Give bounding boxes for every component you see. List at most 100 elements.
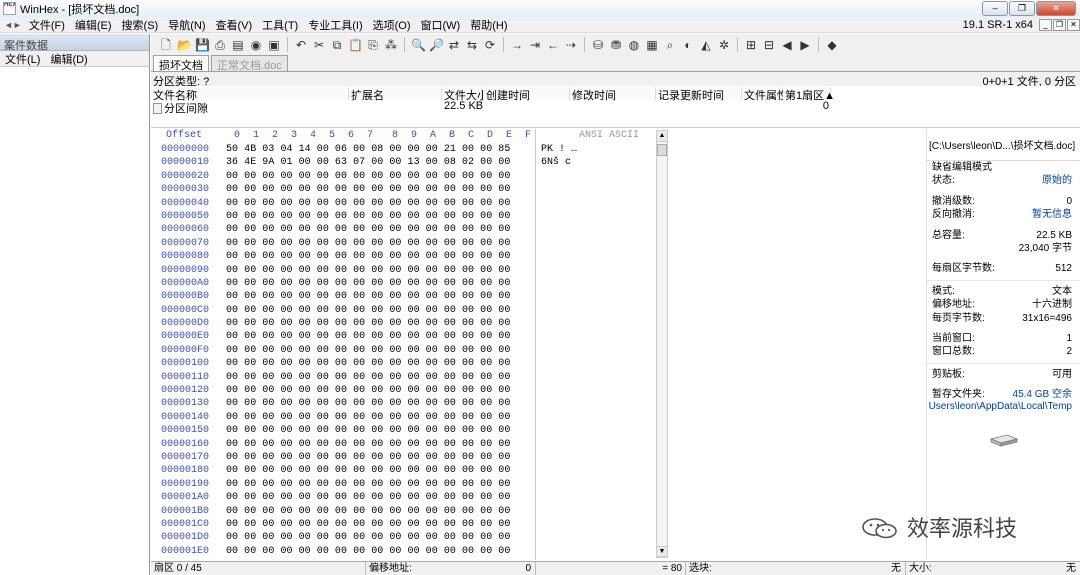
hex-row[interactable]: 00000080 00 00 00 00 00 00 00 00 00 00 00…: [151, 250, 669, 263]
hex-row[interactable]: 00000070 00 00 00 00 00 00 00 00 00 00 00…: [151, 237, 669, 250]
row-hex[interactable]: 00 00 00 00 00 00 00 00 00 00 00 00 00 0…: [226, 170, 510, 183]
table-icon[interactable]: ⊟: [762, 38, 776, 52]
open-folder-icon[interactable]: 📂: [177, 38, 192, 52]
open-ram-icon[interactable]: ▣: [267, 38, 281, 52]
hex-editor[interactable]: Offset 0 1 2 3 4 5 6 7 8 9 A B C D E F A…: [151, 129, 669, 560]
mdi-minimize-button[interactable]: _: [1039, 19, 1052, 31]
hex-row[interactable]: 00000110 00 00 00 00 00 00 00 00 00 00 00…: [151, 371, 669, 384]
mdi-restore-button[interactable]: ❐: [1053, 19, 1066, 31]
save-icon[interactable]: 💾: [195, 38, 210, 52]
undo-icon[interactable]: ↶: [294, 38, 308, 52]
replace-hex-icon[interactable]: ⇆: [465, 38, 479, 52]
row-hex[interactable]: 00 00 00 00 00 00 00 00 00 00 00 00 00 0…: [226, 197, 510, 210]
hex-row[interactable]: 00000060 00 00 00 00 00 00 00 00 00 00 00…: [151, 223, 669, 236]
hex-row[interactable]: 000000B0 00 00 00 00 00 00 00 00 00 00 00…: [151, 290, 669, 303]
row-hex[interactable]: 00 00 00 00 00 00 00 00 00 00 00 00 00 0…: [226, 250, 510, 263]
prev-block-icon[interactable]: ◀: [780, 38, 794, 52]
copy-icon[interactable]: ⧉: [330, 38, 344, 52]
scroll-up-icon[interactable]: ▲: [657, 131, 667, 142]
col-size[interactable]: 文件大小: [442, 87, 488, 102]
col-first-sector[interactable]: 第1扇区▲: [783, 87, 835, 102]
case-menu-file[interactable]: 文件(L): [0, 51, 45, 67]
scroll-down-icon[interactable]: ▼: [657, 546, 667, 557]
row-hex[interactable]: 00 00 00 00 00 00 00 00 00 00 00 00 00 0…: [226, 304, 510, 317]
row-hex[interactable]: 00 00 00 00 00 00 00 00 00 00 00 00 00 0…: [226, 424, 510, 437]
row-hex[interactable]: 00 00 00 00 00 00 00 00 00 00 00 00 00 0…: [226, 290, 510, 303]
row-hex[interactable]: 00 00 00 00 00 00 00 00 00 00 00 00 00 0…: [226, 344, 510, 357]
wipe-icon[interactable]: ◭: [699, 38, 713, 52]
row-hex[interactable]: 00 00 00 00 00 00 00 00 00 00 00 00 00 0…: [226, 451, 510, 464]
next-block-icon[interactable]: ▶: [798, 38, 812, 52]
menu-tools[interactable]: 工具(T): [257, 17, 303, 33]
minimize-button[interactable]: ‒: [982, 1, 1008, 16]
row-hex[interactable]: 00 00 00 00 00 00 00 00 00 00 00 00 00 0…: [226, 223, 510, 236]
binary-edit-icon[interactable]: ⁂: [384, 38, 398, 52]
hex-row[interactable]: 000000C0 00 00 00 00 00 00 00 00 00 00 00…: [151, 304, 669, 317]
cut-icon[interactable]: ✂: [312, 38, 326, 52]
hex-row[interactable]: 00000040 00 00 00 00 00 00 00 00 00 00 00…: [151, 197, 669, 210]
properties-icon[interactable]: ▤: [231, 38, 245, 52]
hex-row[interactable]: 00000100 00 00 00 00 00 00 00 00 00 00 00…: [151, 357, 669, 370]
find-hex-icon[interactable]: 🔎: [429, 38, 444, 52]
row-hex[interactable]: 00 00 00 00 00 00 00 00 00 00 00 00 00 0…: [226, 518, 510, 531]
file-row[interactable]: 分区间隙 22.5 KB 0: [151, 100, 841, 115]
paste-icon[interactable]: 📋: [348, 38, 363, 52]
hex-row[interactable]: 00000030 00 00 00 00 00 00 00 00 00 00 00…: [151, 183, 669, 196]
col-record-updated[interactable]: 记录更新时间: [656, 87, 742, 102]
hex-row[interactable]: 000000F0 00 00 00 00 00 00 00 00 00 00 00…: [151, 344, 669, 357]
goto-offset-icon[interactable]: →: [510, 38, 524, 52]
case-menu-edit[interactable]: 编辑(D): [45, 51, 92, 67]
col-extension[interactable]: 扩展名: [349, 87, 442, 102]
disk-tools-icon[interactable]: ⛁: [591, 38, 605, 52]
hex-row[interactable]: 00000000 50 4B 03 04 14 00 06 00 08 00 00…: [151, 143, 669, 156]
back-icon[interactable]: ←: [546, 38, 560, 52]
menu-navigate[interactable]: 导航(N): [163, 17, 210, 33]
maximize-button[interactable]: ❐: [1009, 1, 1035, 16]
row-hex[interactable]: 00 00 00 00 00 00 00 00 00 00 00 00 00 0…: [226, 438, 510, 451]
replace-text-icon[interactable]: ⇄: [447, 38, 461, 52]
row-hex[interactable]: 00 00 00 00 00 00 00 00 00 00 00 00 00 0…: [226, 384, 510, 397]
hex-row[interactable]: 00000020 00 00 00 00 00 00 00 00 00 00 00…: [151, 170, 669, 183]
menu-file[interactable]: 文件(F): [24, 17, 70, 33]
mdi-close-button[interactable]: ✕: [1067, 19, 1080, 31]
row-hex[interactable]: 00 00 00 00 00 00 00 00 00 00 00 00 00 0…: [226, 183, 510, 196]
hex-row[interactable]: 00000010 36 4E 9A 01 00 00 63 07 00 00 13…: [151, 156, 669, 169]
menu-window[interactable]: 窗口(W): [416, 17, 466, 33]
hex-row[interactable]: 00000090 00 00 00 00 00 00 00 00 00 00 00…: [151, 264, 669, 277]
row-ascii[interactable]: 6Nš c: [541, 156, 571, 169]
row-hex[interactable]: 00 00 00 00 00 00 00 00 00 00 00 00 00 0…: [226, 264, 510, 277]
hex-row[interactable]: 000000A0 00 00 00 00 00 00 00 00 00 00 00…: [151, 277, 669, 290]
hex-row[interactable]: 000001A0 00 00 00 00 00 00 00 00 00 00 00…: [151, 491, 669, 504]
settings-icon[interactable]: ✲: [717, 38, 731, 52]
find-text-icon[interactable]: 🔍: [411, 38, 426, 52]
row-hex[interactable]: 00 00 00 00 00 00 00 00 00 00 00 00 00 0…: [226, 237, 510, 250]
hex-row[interactable]: 00000170 00 00 00 00 00 00 00 00 00 00 00…: [151, 451, 669, 464]
image-icon[interactable]: ◍: [627, 38, 641, 52]
print-icon[interactable]: ⎙: [213, 38, 227, 52]
clone-disk-icon[interactable]: ⛃: [609, 38, 623, 52]
row-hex[interactable]: 00 00 00 00 00 00 00 00 00 00 00 00 00 0…: [226, 357, 510, 370]
calculator-icon[interactable]: ▦: [645, 38, 659, 52]
menu-edit[interactable]: 编辑(E): [70, 17, 117, 33]
menu-specialist-tools[interactable]: 专业工具(I): [303, 17, 367, 33]
row-hex[interactable]: 00 00 00 00 00 00 00 00 00 00 00 00 00 0…: [226, 371, 510, 384]
hex-row[interactable]: 00000120 00 00 00 00 00 00 00 00 00 00 00…: [151, 384, 669, 397]
goto-sector-icon[interactable]: ⇥: [528, 38, 542, 52]
menu-view[interactable]: 查看(V): [211, 17, 258, 33]
tab-normal-doc[interactable]: 正常文档.doc: [211, 55, 288, 72]
hex-vertical-scrollbar[interactable]: ▲ ▼: [656, 130, 668, 558]
row-hex[interactable]: 00 00 00 00 00 00 00 00 00 00 00 00 00 0…: [226, 464, 510, 477]
tab-damaged-doc[interactable]: 损坏文档: [153, 55, 209, 72]
hex-row[interactable]: 00000050 00 00 00 00 00 00 00 00 00 00 00…: [151, 210, 669, 223]
row-hex[interactable]: 00 00 00 00 00 00 00 00 00 00 00 00 00 0…: [226, 411, 510, 424]
hex-row[interactable]: 000000E0 00 00 00 00 00 00 00 00 00 00 00…: [151, 330, 669, 343]
hex-row[interactable]: 00000190 00 00 00 00 00 00 00 00 00 00 00…: [151, 478, 669, 491]
search-again-icon[interactable]: ⟳: [483, 38, 497, 52]
open-disk-icon[interactable]: ◉: [249, 38, 263, 52]
hash-icon[interactable]: ⌕: [663, 38, 677, 52]
paste-write-icon[interactable]: ⎘: [366, 38, 380, 52]
row-hex[interactable]: 00 00 00 00 00 00 00 00 00 00 00 00 00 0…: [226, 491, 510, 504]
close-button[interactable]: ✕: [1036, 1, 1076, 16]
menu-help[interactable]: 帮助(H): [465, 17, 512, 33]
row-hex[interactable]: 36 4E 9A 01 00 00 63 07 00 00 13 00 08 0…: [226, 156, 510, 169]
